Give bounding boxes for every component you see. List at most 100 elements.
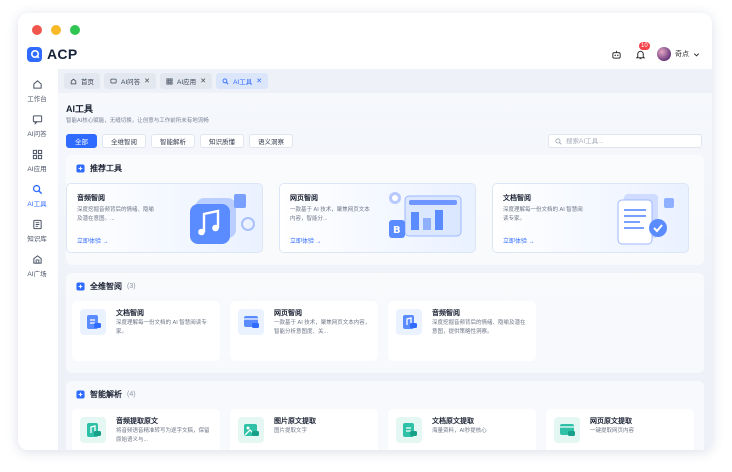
close-window-button[interactable] [32,25,42,35]
top-right-actions: 10 奇点 [609,42,700,61]
chat-icon [32,114,42,125]
tool-title: 网页智阅 [274,310,302,317]
card-desc: 深度挖掘音频背后的情绪、隐喻及潜在意图。... [77,207,155,222]
sidebar-item-workbench[interactable]: 工作台 [18,73,56,108]
page-content: AI工具 智能AI核心赋能，无缝切换，让创意与工作前所未有地流畅 全部 全维智阅… [58,93,712,450]
search-icon [555,137,562,145]
search-input[interactable] [566,137,696,145]
app-name: ACP [47,46,78,62]
section-count: (3) [127,283,136,290]
filter-semantic[interactable]: 语义洞察 [249,134,293,148]
tool-desc: 深度挖掘音频背后的情绪、隐喻及潜在意图，提供策略性洞察。 [432,320,526,335]
web-page-icon [238,309,264,335]
document-icon [80,309,106,335]
section-header: 全维智阅 (3) [76,281,136,292]
tool-desc: 一键提取网页内容 [590,428,635,434]
filter-smart-parse[interactable]: 智能解析 [151,134,195,148]
filter-knowledge[interactable]: 知识质懂 [200,134,244,148]
tool-card-image-extract[interactable]: 图片原文提取 图片提取文字 [230,409,378,450]
window-controls [32,25,80,35]
image-extract-icon [238,417,264,443]
tool-desc: 图片提取文字 [274,428,308,434]
sidebar: 工作台 AI问答 AI应用 AI工具 知识库 AI广场 [18,73,56,450]
tab-ai-apps[interactable]: AI应用 ✕ [160,73,213,89]
section-title: 智能解析 [90,390,122,399]
svg-text:B: B [393,225,401,236]
app-logo[interactable]: ACP [27,46,77,62]
audio-extract-icon [80,417,106,443]
filter-all[interactable]: 全部 [66,134,97,148]
tab-label: 首页 [81,79,94,86]
try-now-link[interactable]: 立即体验 → [77,236,109,245]
tool-card-doc-read[interactable]: 文档智阅 深度理解每一份文档的 AI 智慧阅读专家。 [72,301,220,361]
sidebar-item-ai-plaza[interactable]: AI广场 [18,248,56,283]
card-title: 网页智阅 [290,195,318,202]
plaza-icon [32,254,42,264]
sidebar-item-ai-tools[interactable]: AI工具 [18,178,56,213]
tool-title: 网页原文提取 [590,418,632,425]
sparkle-icon [76,282,85,291]
user-name: 奇点 [675,51,689,58]
document-extract-icon [396,417,422,443]
tool-title: 音频提取原文 [116,418,158,425]
sidebar-item-label: AI工具 [27,200,47,208]
tab-ai-qa[interactable]: AI问答 ✕ [104,73,157,89]
sidebar-item-label: AI问答 [27,130,47,138]
tab-label: AI应用 [177,79,197,86]
top-bar: ACP 10 奇点 [18,42,712,69]
recommended-card-doc[interactable]: 文档智阅 深度理解每一份文档的 AI 智慧阅读专家。 立即体验 → [492,183,689,253]
tool-desc: 将音频语音精准转写为逐字文稿，保留原始语义与... [116,428,210,443]
page-subtitle: 智能AI核心赋能，无缝切换，让创意与工作前所未有地流畅 [66,118,209,124]
tab-ai-tools[interactable]: AI工具 ✕ [216,73,269,89]
smart-parse-section: 智能解析 (4) 音频提取原文 将音频语音精准转写为逐字文稿，保留原始语义与..… [66,381,704,450]
chat-icon [110,78,117,83]
chevron-down-icon [693,52,700,56]
sidebar-item-ai-qa[interactable]: AI问答 [18,108,56,143]
tool-card-audio-extract[interactable]: 音频提取原文 将音频语音精准转写为逐字文稿，保留原始语义与... [72,409,220,450]
minimize-window-button[interactable] [51,25,61,35]
section-header: 推荐工具 [76,163,122,174]
sidebar-item-label: 工作台 [27,95,47,103]
try-now-link[interactable]: 立即体验 → [290,236,322,245]
tool-desc: 海量资料，AI秒提核心 [432,428,487,434]
section-count: (4) [127,391,136,398]
tool-card-web-extract[interactable]: 网页原文提取 一键提取网页内容 [546,409,694,450]
section-title: 全维智阅 [90,282,122,291]
sidebar-item-knowledge-base[interactable]: 知识库 [18,213,56,248]
user-menu[interactable]: 奇点 [657,47,700,61]
tool-card-doc-extract[interactable]: 文档原文提取 海量资料，AI秒提核心 [388,409,536,450]
logo-icon [27,46,42,62]
close-icon[interactable]: ✕ [144,77,150,85]
apps-icon [166,77,173,85]
web-extract-icon [554,417,580,443]
maximize-window-button[interactable] [70,25,80,35]
tool-desc: 深度理解每一份文档的 AI 智慧阅读专家。 [116,320,207,335]
tool-title: 文档智阅 [116,310,144,317]
web-dashboard-illustration-icon: B [389,192,462,238]
close-icon[interactable]: ✕ [200,77,206,85]
category-filters: 全部 全维智阅 智能解析 知识质懂 语义洞察 [66,134,293,148]
notification-badge: 10 [639,42,650,50]
filter-full-read[interactable]: 全维智阅 [102,134,146,148]
tool-card-web-read[interactable]: 网页智阅 一款基于 AI 技术，聚焦网页文本内容，智能分析意图度、关... [230,301,378,361]
apps-icon [32,149,42,159]
tool-card-audio-read[interactable]: 音频智阅 深度挖掘音频背后的情绪、隐喻及潜在意图，提供策略性洞察。 [388,301,536,361]
try-now-link[interactable]: 立即体验 → [503,236,535,245]
tab-label: AI问答 [121,79,141,86]
robot-icon[interactable] [609,47,623,61]
sidebar-item-label: 知识库 [27,235,47,243]
sidebar-item-ai-apps[interactable]: AI应用 [18,143,56,178]
card-title: 音频智阅 [77,195,105,202]
recommended-card-web[interactable]: 网页智阅 一款基于 AI 技术，聚焦网页文本内容，智能分... 立即体验 → B [279,183,476,253]
recommended-section: 推荐工具 音频智阅 深度挖掘音频背后的情绪、隐喻及潜在意图。... 立即体验 → [66,155,704,265]
card-desc: 深度理解每一份文档的 AI 智慧阅读专家。 [503,207,583,222]
recommended-card-audio[interactable]: 音频智阅 深度挖掘音频背后的情绪、隐喻及潜在意图。... 立即体验 → [66,183,263,253]
avatar [657,47,671,61]
section-title: 推荐工具 [90,164,122,173]
full-read-section: 全维智阅 (3) 文档智阅 深度理解每一份文档的 AI 智慧阅读专家。 网页智阅… [66,273,704,373]
tools-icon [32,184,42,194]
notification-bell-icon[interactable]: 10 [633,42,650,61]
tool-title: 音频智阅 [432,310,460,317]
close-icon[interactable]: ✕ [256,77,262,85]
tab-home[interactable]: 首页 [64,73,100,89]
